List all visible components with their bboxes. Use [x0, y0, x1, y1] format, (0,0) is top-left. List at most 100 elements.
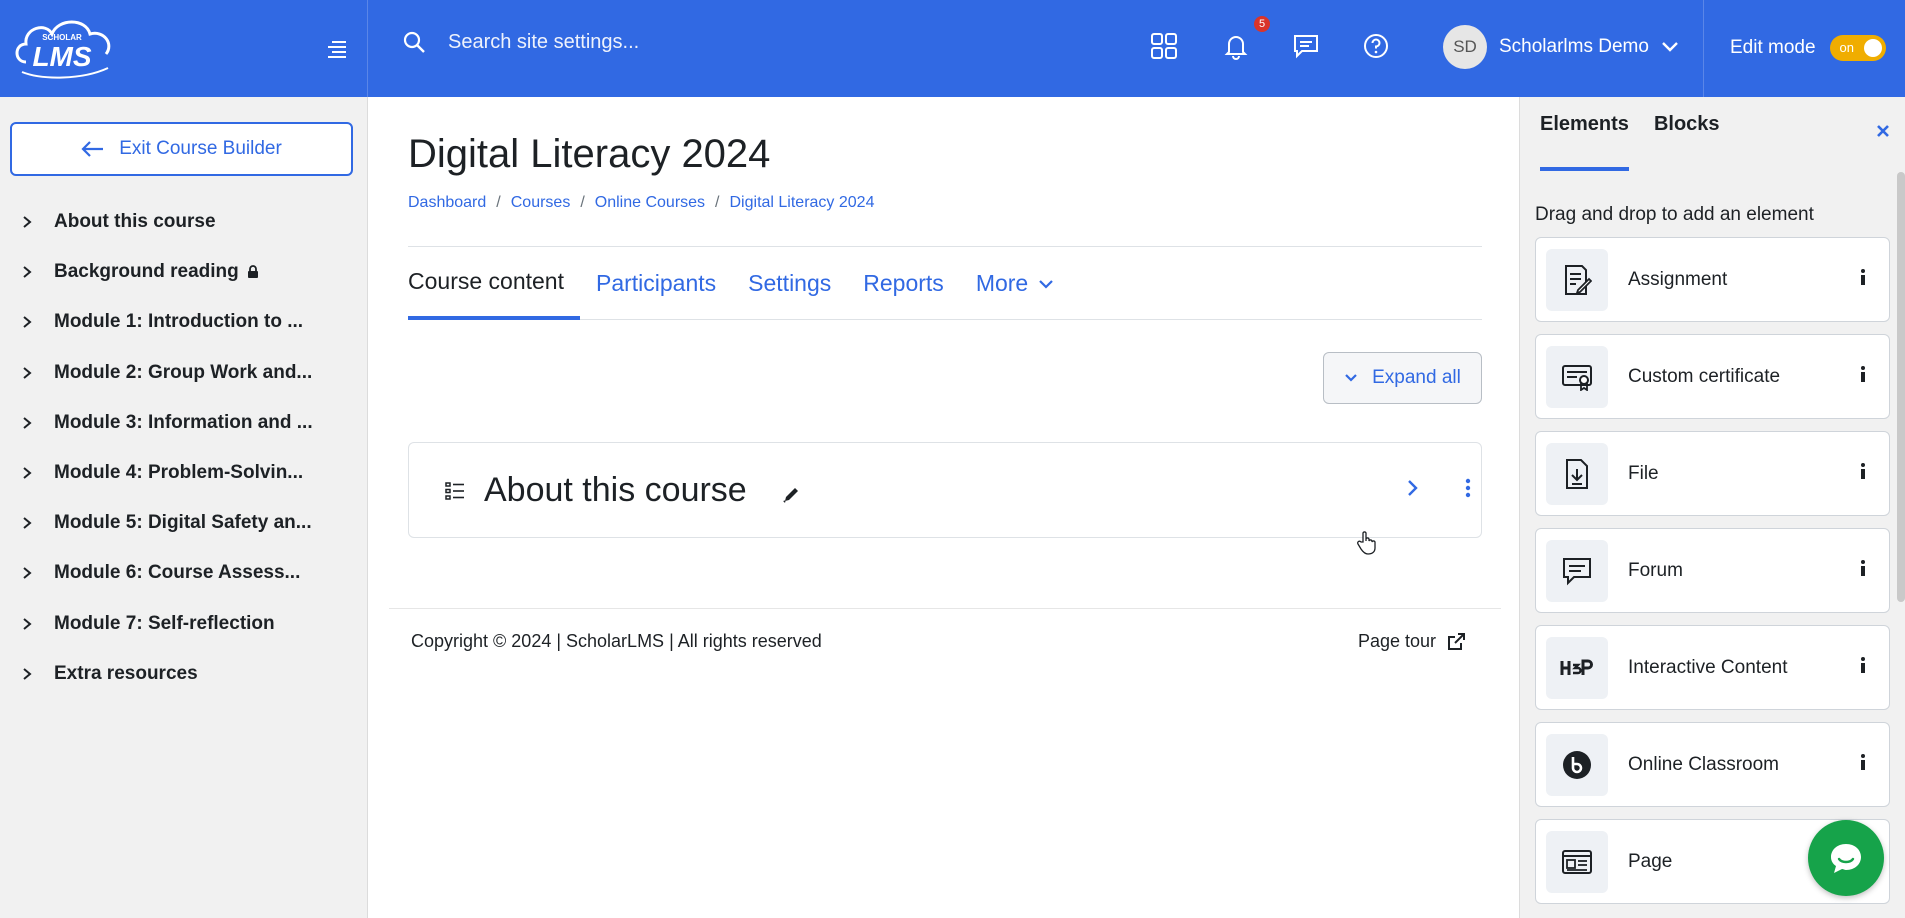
sidebar-toggle-icon[interactable] [326, 38, 348, 60]
course-index-item[interactable]: Module 3: Information and ... [0, 398, 368, 448]
element-file[interactable]: File [1535, 431, 1890, 516]
course-index-label: About this course [54, 211, 216, 233]
element-label: Forum [1628, 559, 1683, 581]
help-icon[interactable] [1362, 32, 1390, 60]
expand-all-button[interactable]: Expand all [1323, 352, 1482, 404]
info-icon[interactable] [1859, 365, 1867, 383]
course-index-item[interactable]: Module 1: Introduction to ... [0, 297, 368, 347]
element-label: Page [1628, 850, 1673, 872]
tab-course-content[interactable]: Course content [408, 247, 580, 320]
chevron-right-icon [22, 265, 36, 279]
chevron-right-icon [22, 466, 36, 480]
course-index-list: About this course Background reading Mod… [0, 197, 368, 699]
course-section-card: About this course [408, 442, 1482, 538]
external-link-icon [1448, 632, 1466, 650]
element-online-classroom[interactable]: Online Classroom [1535, 722, 1890, 807]
main-content: Digital Literacy 2024 Dashboard / Course… [369, 97, 1519, 918]
chevron-right-icon [22, 566, 36, 580]
section-title[interactable]: About this course [484, 471, 747, 510]
element-label: Interactive Content [1628, 656, 1788, 678]
tab-label: Participants [595, 270, 717, 296]
course-index-item[interactable]: Module 4: Problem-Solvin... [0, 448, 368, 498]
user-name: Scholarlms Demo [1499, 36, 1649, 57]
tab-settings[interactable]: Settings [732, 247, 847, 320]
info-icon[interactable] [1859, 753, 1867, 771]
pencil-icon[interactable] [782, 486, 800, 504]
kebab-menu-icon[interactable] [1464, 477, 1472, 499]
course-index-item[interactable]: Module 5: Digital Safety an... [0, 498, 368, 548]
course-index-item[interactable]: Module 6: Course Assess... [0, 548, 368, 598]
course-tabs: Course content Participants Settings Rep… [408, 247, 1482, 320]
drawer-scrollbar[interactable] [1897, 172, 1905, 602]
apps-grid-icon[interactable] [1150, 32, 1178, 60]
course-index-label: Module 1: Introduction to ... [54, 311, 304, 333]
site-search [402, 30, 868, 54]
tab-label: Settings [748, 270, 832, 296]
page-icon [1546, 830, 1608, 893]
course-index-item[interactable]: Background reading [0, 247, 368, 297]
toggle-knob [1863, 39, 1882, 57]
chevron-right-icon [22, 366, 36, 380]
element-interactive-content[interactable]: Interactive Content [1535, 625, 1890, 710]
breadcrumb-dashboard[interactable]: Dashboard [408, 194, 486, 212]
chat-support-button[interactable] [1808, 820, 1884, 896]
page-tour-label: Page tour [1358, 631, 1437, 651]
info-icon[interactable] [1859, 462, 1867, 480]
tab-elements[interactable]: Elements [1540, 87, 1629, 171]
close-icon[interactable] [1875, 123, 1891, 139]
chevron-down-icon [1039, 279, 1053, 289]
search-input[interactable] [448, 30, 868, 54]
tab-label: More [975, 270, 1029, 296]
chevron-right-icon [22, 215, 36, 229]
course-index-label: Module 7: Self-reflection [54, 612, 275, 634]
info-icon[interactable] [1859, 656, 1867, 674]
edit-mode-toggle[interactable]: on [1829, 35, 1886, 61]
bell-icon[interactable] [1222, 32, 1250, 60]
exit-course-builder-label: Exit Course Builder [119, 138, 282, 159]
course-index-label: Module 2: Group Work and... [54, 361, 313, 383]
tab-label: Reports [863, 270, 944, 296]
breadcrumb: Dashboard / Courses / Online Courses / D… [408, 194, 874, 212]
course-index-sidebar: Exit Course Builder About this course Ba… [0, 97, 368, 918]
course-index-item[interactable]: Module 7: Self-reflection [0, 599, 368, 649]
breadcrumb-online-courses[interactable]: Online Courses [595, 194, 705, 212]
messages-icon[interactable] [1292, 32, 1320, 60]
tab-participants[interactable]: Participants [580, 247, 732, 320]
chat-bubble-icon [1831, 844, 1861, 873]
tab-label: Course content [408, 268, 564, 294]
tab-blocks[interactable]: Blocks [1654, 87, 1720, 161]
exit-course-builder-button[interactable]: Exit Course Builder [10, 122, 353, 176]
course-index-label: Module 6: Course Assess... [54, 562, 301, 584]
course-index-item[interactable]: Module 2: Group Work and... [0, 348, 368, 398]
element-forum[interactable]: Forum [1535, 528, 1890, 613]
info-icon[interactable] [1859, 268, 1867, 286]
element-custom-certificate[interactable]: Custom certificate [1535, 334, 1890, 419]
tab-more[interactable]: More [960, 247, 1070, 320]
add-content-drawer: Elements Blocks Drag and drop to add an … [1519, 97, 1905, 918]
edit-mode-label: Edit mode [1730, 37, 1816, 58]
element-list: Assignment Custom certificate File Forum [1535, 237, 1890, 916]
tab-reports[interactable]: Reports [847, 247, 960, 320]
course-index-item[interactable]: Extra resources [0, 649, 368, 699]
svg-text:LMS: LMS [32, 41, 91, 72]
breadcrumb-current-course[interactable]: Digital Literacy 2024 [730, 194, 875, 212]
breadcrumb-separator: / [496, 194, 501, 211]
edit-mode-control: Edit mode on [1730, 35, 1886, 61]
notification-count-badge: 5 [1254, 16, 1270, 32]
course-index-item[interactable]: About this course [0, 197, 368, 247]
footer-divider [389, 608, 1501, 609]
element-assignment[interactable]: Assignment [1535, 237, 1890, 322]
lock-icon [247, 265, 259, 279]
info-icon[interactable] [1859, 559, 1867, 577]
top-navbar: SCHOLAR LMS 5 [0, 0, 1905, 97]
search-icon[interactable] [402, 30, 426, 54]
course-index-label: Background reading [54, 261, 239, 283]
breadcrumb-courses[interactable]: Courses [511, 194, 571, 212]
course-index-label: Module 3: Information and ... [54, 411, 313, 433]
user-menu[interactable]: SD Scholarlms Demo [1443, 25, 1679, 69]
breadcrumb-separator: / [715, 194, 720, 211]
page-tour-link[interactable]: Page tour [1358, 631, 1466, 652]
chevron-down-icon [1345, 374, 1357, 382]
scholarlms-logo[interactable]: SCHOLAR LMS [12, 14, 116, 80]
chevron-right-icon[interactable] [1404, 477, 1422, 499]
